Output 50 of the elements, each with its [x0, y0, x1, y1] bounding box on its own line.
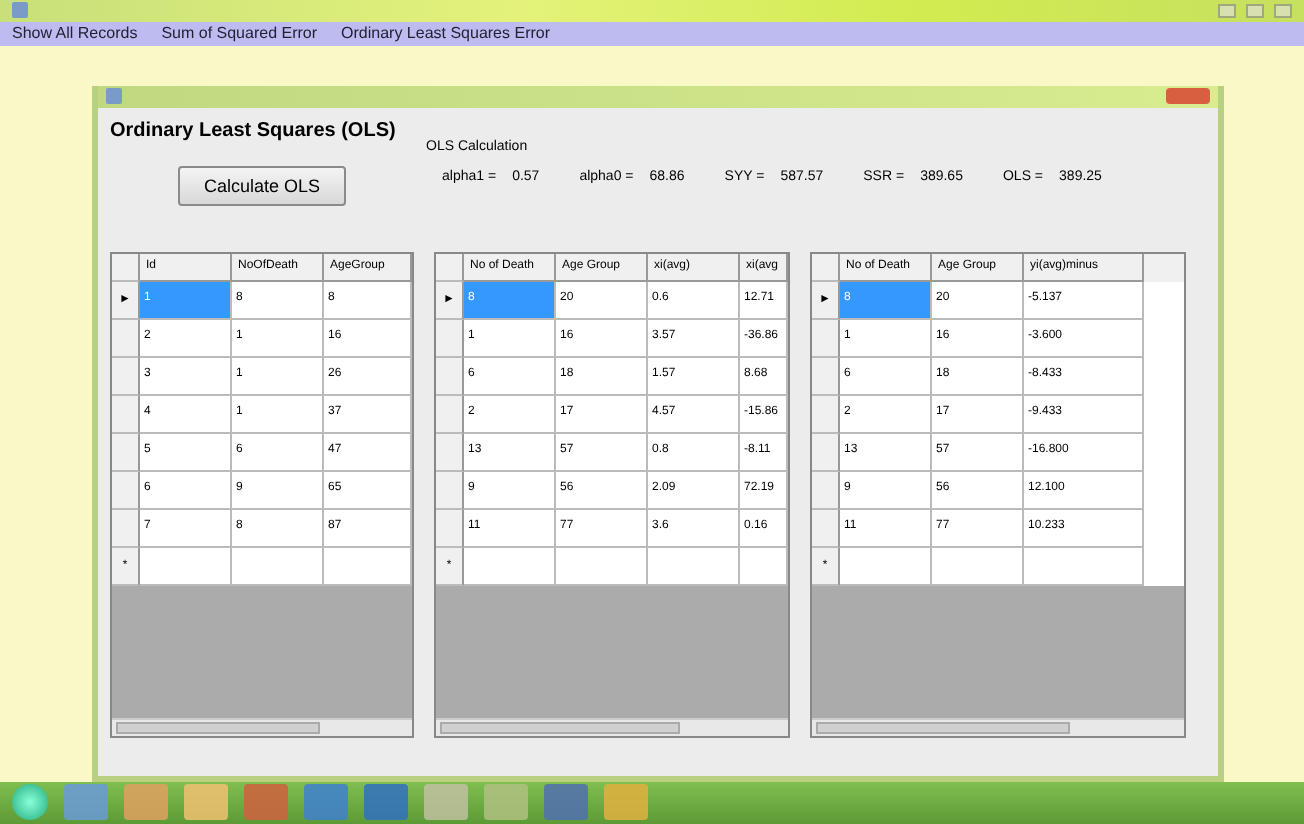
table-cell[interactable]: [324, 547, 412, 586]
row-header[interactable]: [436, 319, 464, 358]
heading: Ordinary Least Squares (OLS): [110, 119, 396, 142]
table-cell[interactable]: [1024, 547, 1144, 586]
scrollbar[interactable]: [112, 717, 412, 736]
taskbar-icon[interactable]: [304, 784, 348, 821]
app-icon: [12, 2, 28, 19]
row-header[interactable]: [812, 433, 840, 472]
row-header[interactable]: [112, 509, 140, 548]
taskbar-icon[interactable]: [604, 784, 648, 821]
taskbar-icon[interactable]: [544, 784, 588, 821]
taskbar-icon[interactable]: [64, 784, 108, 821]
row-header[interactable]: [436, 471, 464, 510]
row-header[interactable]: [812, 471, 840, 510]
menu-item[interactable]: Sum of Squared Error: [161, 24, 318, 43]
scrollbar[interactable]: [436, 717, 788, 736]
scrollbar[interactable]: [812, 717, 1184, 736]
row-header[interactable]: [812, 509, 840, 548]
row-header[interactable]: [436, 395, 464, 434]
row-header[interactable]: [112, 395, 140, 434]
row-header[interactable]: [112, 319, 140, 358]
row-header[interactable]: [436, 433, 464, 472]
taskbar-icon[interactable]: [484, 784, 528, 821]
app-icon: [106, 88, 122, 105]
table-cell[interactable]: [932, 547, 1024, 586]
start-icon[interactable]: [12, 784, 48, 821]
row-header[interactable]: [436, 357, 464, 396]
table-cell[interactable]: [840, 547, 932, 586]
table-cell[interactable]: [464, 547, 556, 586]
row-header[interactable]: [812, 395, 840, 434]
row-header[interactable]: [436, 509, 464, 548]
table-cell[interactable]: [740, 547, 788, 586]
table-cell[interactable]: [232, 547, 324, 586]
row-header[interactable]: [112, 471, 140, 510]
taskbar-icon[interactable]: [424, 784, 468, 821]
table-cell[interactable]: [648, 547, 740, 586]
table-cell[interactable]: [556, 547, 648, 586]
row-header[interactable]: [812, 357, 840, 396]
calculate-button[interactable]: Calculate OLS: [178, 165, 346, 206]
row-header[interactable]: [112, 357, 140, 396]
menu-item[interactable]: Ordinary Least Squares Error: [341, 24, 551, 43]
row-header[interactable]: [812, 319, 840, 358]
row-header[interactable]: [112, 433, 140, 472]
close-icon[interactable]: [1166, 88, 1210, 105]
taskbar-icon[interactable]: [244, 784, 288, 821]
taskbar-icon[interactable]: [124, 784, 168, 821]
menu-item[interactable]: Show All Records: [12, 24, 138, 43]
taskbar-icon[interactable]: [184, 784, 228, 821]
table-cell[interactable]: [140, 547, 232, 586]
taskbar-icon[interactable]: [364, 784, 408, 821]
